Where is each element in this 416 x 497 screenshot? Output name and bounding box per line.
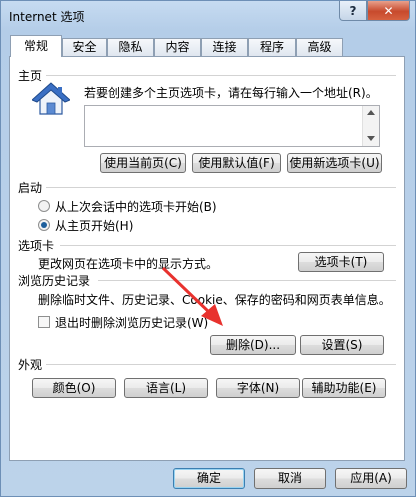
history-section-title: 浏览历史记录	[18, 274, 91, 288]
startup-divider	[46, 187, 396, 188]
fonts-button[interactable]: 字体(N)	[216, 378, 300, 398]
cancel-button[interactable]: 取消	[254, 468, 326, 489]
home-icon	[32, 82, 70, 115]
appearance-divider	[46, 364, 396, 365]
tab-general[interactable]: 常规	[10, 35, 62, 57]
apply-button[interactable]: 应用(A)	[335, 468, 407, 489]
radio-homepage[interactable]	[38, 219, 50, 231]
delete-history-button[interactable]: 删除(D)...	[210, 335, 296, 355]
tab-programs[interactable]: 程序	[248, 38, 296, 56]
tab-security[interactable]: 安全	[62, 38, 107, 56]
homepage-scrollbar[interactable]	[362, 106, 379, 146]
use-default-button[interactable]: 使用默认值(F)	[192, 153, 281, 173]
last-session-label[interactable]: 从上次会话中的选项卡开始(B)	[55, 198, 217, 215]
close-button[interactable]: ✕	[367, 1, 410, 21]
scroll-down-icon[interactable]	[367, 136, 375, 142]
radio-last-session[interactable]	[38, 200, 50, 212]
help-button[interactable]: ?	[339, 1, 367, 21]
delete-on-exit-checkbox[interactable]	[38, 316, 50, 328]
pointer-arrow-icon	[161, 266, 223, 326]
tabs-section-title: 选项卡	[18, 239, 55, 253]
general-tab-panel: 主页 若要创建多个主页选项卡，请在每行输入一个地址(R)。 使用当前页(C) 使…	[9, 56, 405, 461]
homepage-divider	[46, 75, 396, 76]
tabs-divider	[60, 245, 396, 246]
close-icon: ✕	[383, 3, 394, 18]
history-settings-button[interactable]: 设置(S)	[300, 335, 384, 355]
tab-content[interactable]: 内容	[154, 38, 201, 56]
tabs-settings-button[interactable]: 选项卡(T)	[298, 252, 384, 272]
help-icon: ?	[349, 3, 357, 18]
ok-button[interactable]: 确定	[173, 468, 245, 489]
scroll-up-icon[interactable]	[367, 109, 375, 115]
homepage-start-label[interactable]: 从主页开始(H)	[55, 217, 133, 234]
tab-advanced[interactable]: 高级	[296, 38, 343, 56]
use-current-button[interactable]: 使用当前页(C)	[100, 153, 186, 173]
startup-section-title: 启动	[18, 181, 43, 195]
appearance-section-title: 外观	[18, 358, 43, 372]
languages-button[interactable]: 语言(L)	[124, 378, 208, 398]
homepage-instruction: 若要创建多个主页选项卡，请在每行输入一个地址(R)。	[84, 86, 378, 100]
homepage-address-input[interactable]	[84, 105, 380, 147]
tab-privacy[interactable]: 隐私	[107, 38, 154, 56]
use-new-tab-button[interactable]: 使用新选项卡(U)	[287, 153, 382, 173]
tab-connections[interactable]: 连接	[201, 38, 248, 56]
accessibility-button[interactable]: 辅助功能(E)	[302, 378, 386, 398]
window-title: Internet 选项	[9, 10, 85, 24]
history-divider	[98, 280, 396, 281]
title-bar[interactable]: Internet 选项 ? ✕	[1, 1, 415, 31]
internet-options-window: Internet 选项 ? ✕ 常规 安全 隐私 内容 连接 程序 高级 主页 …	[0, 0, 416, 497]
colors-button[interactable]: 颜色(O)	[32, 378, 116, 398]
